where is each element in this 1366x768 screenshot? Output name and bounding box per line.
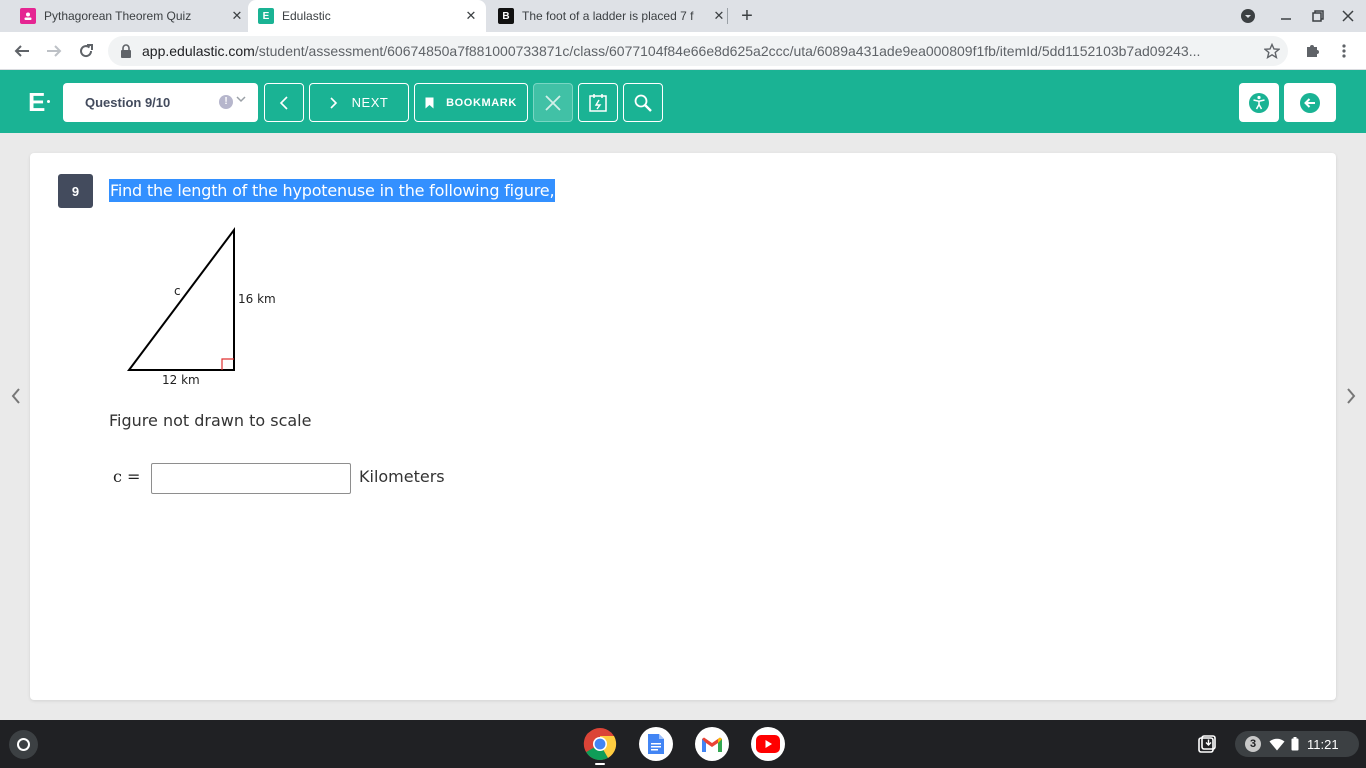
close-window-icon[interactable] [1338, 6, 1358, 26]
next-label: NEXT [351, 95, 389, 110]
edulastic-logo: E [28, 87, 46, 117]
launcher-button[interactable] [9, 730, 38, 759]
bookmark-button[interactable]: BOOKMARK [414, 83, 528, 122]
url-path: /student/assessment/60674850a7f881000733… [254, 43, 1201, 59]
brainly-favicon-icon: B [498, 8, 514, 24]
magnifier-button[interactable] [623, 83, 663, 122]
youtube-icon[interactable] [751, 727, 785, 761]
accessibility-icon [1249, 92, 1269, 113]
triangle-figure: c 16 km 12 km [110, 220, 310, 395]
right-triangle-diagram [127, 227, 235, 371]
question-number-badge: 9 [58, 174, 93, 208]
question-stem: Find the length of the hypotenuse in the… [109, 179, 556, 202]
accessibility-button[interactable] [1239, 83, 1279, 122]
status-tray[interactable]: 3 11:21 [1235, 731, 1359, 757]
assessment-header: E Question 9/10 ! NEXT BOOKMARK [0, 70, 1366, 133]
chrome-icon[interactable] [583, 727, 617, 761]
eliminator-button[interactable] [533, 83, 573, 122]
bookmark-label: BOOKMARK [446, 96, 517, 109]
chrome-menu-icon[interactable] [1332, 39, 1356, 63]
answer-input[interactable] [151, 463, 351, 494]
new-tab-icon[interactable]: + [737, 6, 757, 26]
restore-icon[interactable] [1308, 6, 1328, 26]
classroom-favicon-icon [20, 8, 36, 24]
extensions-puzzle-icon[interactable] [1300, 39, 1324, 63]
tab-search-icon[interactable] [1238, 6, 1258, 26]
edulastic-favicon-icon: E [258, 8, 274, 24]
hypotenuse-label: c [174, 284, 181, 298]
reload-icon[interactable] [74, 39, 98, 63]
next-question-button[interactable]: NEXT [309, 83, 409, 122]
unanswered-warning-icon: ! [219, 95, 233, 109]
chrome-running-indicator [595, 763, 605, 765]
clock-time: 11:21 [1307, 736, 1339, 752]
tab-separator [727, 8, 728, 24]
wifi-icon [1269, 738, 1285, 750]
tab-ladder-question[interactable]: B The foot of a ladder is placed 7 f ✕ [488, 0, 728, 32]
vertical-side-label: 16 km [238, 292, 276, 306]
bookmark-star-icon[interactable] [1260, 39, 1284, 63]
answer-unit-label: Kilometers [359, 467, 445, 486]
chromeos-shelf [0, 720, 1366, 768]
notification-count-badge: 3 [1245, 736, 1261, 752]
back-arrow-icon[interactable] [10, 39, 34, 63]
gmail-icon[interactable] [695, 727, 729, 761]
scratchpad-icon [589, 93, 607, 112]
docs-icon[interactable] [639, 727, 673, 761]
close-tab-icon[interactable]: ✕ [462, 7, 480, 25]
bookmark-icon [425, 97, 434, 108]
tab-strip: Pythagorean Theorem Quiz ✕ E Edulastic ✕… [0, 0, 1366, 32]
close-tab-icon[interactable]: ✕ [710, 7, 728, 25]
scale-note: Figure not drawn to scale [109, 411, 312, 430]
forward-arrow-icon[interactable] [42, 39, 66, 63]
answer-variable-label: c = [113, 467, 141, 486]
chevron-right-icon [330, 96, 337, 109]
logo-dot [47, 100, 50, 103]
url-text: app.edulastic.com/student/assessment/606… [142, 43, 1252, 59]
exit-arrow-icon [1300, 92, 1320, 113]
tab-title: Edulastic [282, 9, 331, 23]
tab-title: Pythagorean Theorem Quiz [44, 9, 192, 23]
lock-icon[interactable] [120, 44, 132, 58]
zoom-search-icon [634, 94, 652, 112]
previous-page-arrow-icon[interactable] [8, 385, 24, 407]
tab-pythagorean-quiz[interactable]: Pythagorean Theorem Quiz ✕ [12, 0, 246, 32]
close-icon [545, 94, 561, 111]
address-bar[interactable]: app.edulastic.com/student/assessment/606… [108, 36, 1288, 66]
horizontal-side-label: 12 km [162, 373, 200, 387]
question-selector[interactable]: Question 9/10 ! [63, 83, 258, 122]
battery-icon [1291, 737, 1299, 751]
question-selector-label: Question 9/10 [85, 95, 171, 110]
tab-title: The foot of a ladder is placed 7 f [522, 9, 694, 23]
browser-toolbar: app.edulastic.com/student/assessment/606… [0, 32, 1366, 70]
previous-question-button[interactable] [264, 83, 304, 122]
launcher-icon [17, 738, 30, 751]
minimize-icon[interactable] [1276, 6, 1296, 26]
close-tab-icon[interactable]: ✕ [228, 7, 246, 25]
chevron-left-icon [279, 95, 288, 110]
save-and-exit-button[interactable] [1284, 83, 1336, 122]
tote-icon[interactable] [1194, 731, 1220, 757]
scratchpad-button[interactable] [578, 83, 618, 122]
url-host: app.edulastic.com [142, 43, 255, 59]
tab-edulastic[interactable]: E Edulastic ✕ [248, 0, 486, 32]
chevron-down-icon [235, 93, 247, 108]
next-page-arrow-icon[interactable] [1343, 385, 1359, 407]
